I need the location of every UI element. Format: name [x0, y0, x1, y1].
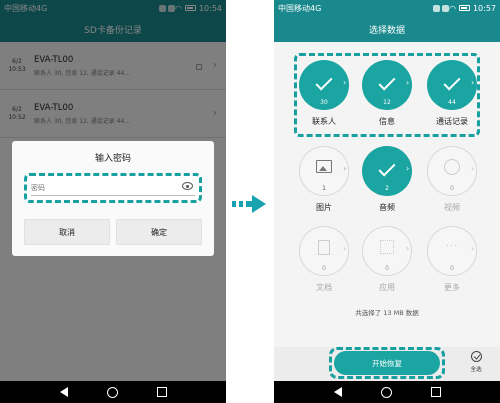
select-all-label: 全选: [470, 367, 482, 373]
tile-video[interactable]: 0 › 视频: [424, 142, 480, 212]
checkmark-icon: [378, 159, 396, 177]
status-bar: 中国移动4G ◠ 10:57: [274, 0, 500, 16]
page-title: 选择数据: [274, 16, 500, 42]
notification-icon: [432, 4, 440, 12]
chevron-right-icon: ›: [471, 164, 475, 173]
data-type-grid: 30 › 联系人 12 › 信息 44 › 通话记录 1 › 图片 2 › 音频…: [274, 42, 500, 347]
check-circle-icon: [470, 351, 482, 362]
backup-records-screen: 中国移动4G ◠ 10:54 SD卡备份记录 6/2 10:53 EVA-TL0…: [0, 0, 226, 403]
clock-label: 10:57: [472, 3, 496, 13]
bottom-action-bar: 开始恢复 全选: [274, 347, 500, 381]
password-field-highlight: [24, 173, 202, 203]
carrier-label: 中国移动4G: [278, 3, 322, 13]
tile-more[interactable]: ··· 0 › 更多: [424, 222, 480, 292]
picture-icon: [316, 159, 332, 173]
tile-label: 更多: [444, 283, 460, 292]
arrow-right-icon: [232, 195, 266, 213]
tile-apps[interactable]: 0 › 应用: [359, 222, 415, 292]
input-underline: [31, 195, 195, 196]
tile-documents[interactable]: 0 › 文档: [296, 222, 352, 292]
recent-apps-icon[interactable]: [430, 387, 441, 397]
tile-label: 视频: [444, 203, 460, 212]
navigation-bar: [0, 381, 226, 403]
tile-count: 1: [322, 185, 326, 192]
chevron-right-icon: ›: [406, 164, 410, 173]
confirm-button[interactable]: 确定: [116, 219, 202, 245]
select-data-screen: 中国移动4G ◠ 10:57 选择数据 30 › 联系人 12 › 信息 44 …: [274, 0, 500, 403]
chevron-right-icon: ›: [406, 244, 410, 253]
tile-count: 2: [385, 185, 389, 192]
tile-label: 音频: [379, 203, 395, 212]
video-icon: [444, 159, 460, 175]
more-icon: ···: [445, 240, 459, 252]
chevron-right-icon: ›: [471, 244, 475, 253]
select-all-button[interactable]: 全选: [461, 351, 491, 373]
document-icon: [318, 239, 330, 255]
dialog-title: 输入密码: [94, 154, 131, 164]
navigation-bar: [274, 381, 500, 403]
tile-count: 0: [322, 265, 326, 272]
tile-pictures[interactable]: 1 › 图片: [296, 142, 352, 212]
tile-label: 文档: [316, 283, 332, 292]
password-dialog: 输入密码 取消 确定: [12, 141, 214, 256]
tile-count: 0: [450, 185, 454, 192]
back-icon[interactable]: [59, 387, 68, 397]
home-icon[interactable]: [106, 386, 118, 398]
tile-count: 0: [385, 265, 389, 272]
notification-icon: [441, 4, 449, 12]
wifi-icon: ◠: [448, 3, 456, 13]
selection-summary: 共选择了 13 MB 数据: [355, 309, 419, 317]
start-restore-button[interactable]: 开始恢复: [334, 351, 440, 375]
recent-apps-icon[interactable]: [156, 387, 167, 397]
back-icon[interactable]: [333, 387, 342, 397]
battery-icon: [458, 5, 470, 11]
eye-icon[interactable]: [182, 182, 193, 190]
tile-audio[interactable]: 2 › 音频: [359, 142, 415, 212]
home-icon[interactable]: [380, 386, 392, 398]
tile-label: 图片: [316, 203, 332, 212]
tile-label: 应用: [379, 283, 395, 292]
password-input[interactable]: [31, 181, 171, 195]
apps-icon: [380, 240, 394, 254]
tile-count: 0: [450, 265, 454, 272]
selected-items-highlight: [294, 53, 480, 137]
chevron-right-icon: ›: [343, 164, 347, 173]
chevron-right-icon: ›: [343, 244, 347, 253]
cancel-button[interactable]: 取消: [24, 219, 110, 245]
